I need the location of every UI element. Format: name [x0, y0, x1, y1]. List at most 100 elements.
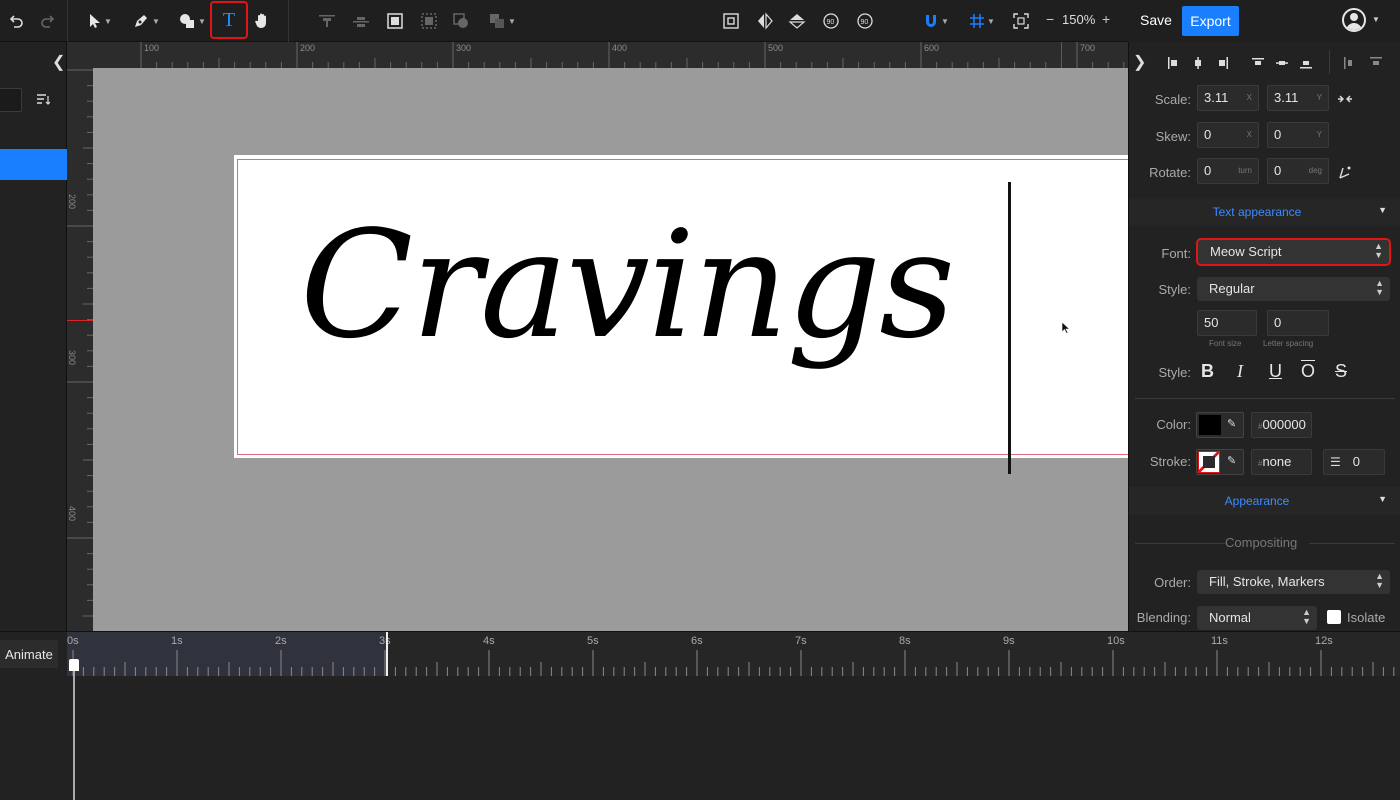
zoom-out-button[interactable]: −	[1046, 11, 1054, 27]
save-button[interactable]: Save	[1140, 12, 1172, 28]
bold-button[interactable]: B	[1201, 361, 1214, 382]
rotation-origin-icon[interactable]	[1337, 164, 1353, 185]
italic-button[interactable]: I	[1237, 361, 1243, 382]
animate-button[interactable]: Animate	[0, 640, 58, 668]
scale-y-input[interactable]: 3.11 Y	[1267, 85, 1329, 111]
timeline-label: 1s	[171, 635, 183, 647]
overline-button[interactable]: O	[1301, 361, 1315, 382]
chevron-down-icon: ▼	[1378, 494, 1387, 504]
layer-item-selected[interactable]	[0, 149, 67, 180]
zoom-in-button[interactable]: +	[1102, 11, 1110, 27]
eyedropper-icon[interactable]: ✎	[1227, 417, 1236, 430]
rotate-turn-input[interactable]: 0 turn	[1197, 158, 1259, 184]
rotate-ccw-90-icon[interactable]: 90	[820, 6, 842, 36]
horizontal-ruler: 100 200 300 400 500 600 700	[67, 42, 1128, 68]
undo-icon[interactable]	[6, 6, 26, 36]
shape-tool-button[interactable]: ▼	[174, 6, 210, 36]
hand-tool-icon[interactable]	[252, 6, 274, 36]
skew-y-input[interactable]: 0Y	[1267, 122, 1329, 148]
grid-button[interactable]: ▼	[964, 6, 1000, 36]
isolate-label: Isolate	[1347, 610, 1386, 625]
flip-vertical-icon[interactable]	[786, 6, 808, 36]
rotate-cw-90-icon[interactable]: 90	[854, 6, 876, 36]
align-right-edge-icon[interactable]	[1215, 56, 1229, 70]
distribute-horizontal-icon[interactable]	[1343, 56, 1357, 70]
collapse-left-panel-icon[interactable]: ❮	[52, 52, 65, 72]
fill-hex-input[interactable]: #000000	[1251, 412, 1312, 438]
stroke-color-swatch[interactable]: ✎	[1196, 449, 1244, 475]
style2-label: Style:	[1158, 365, 1191, 380]
timeline-label: 3s	[379, 635, 391, 647]
stroke-row: Stroke: ✎ #none ☰ 0	[1129, 447, 1400, 477]
collapse-right-panel-icon[interactable]: ❯	[1133, 52, 1146, 72]
sort-list-icon[interactable]	[36, 92, 51, 108]
properties-panel: ❯ Scale: 3.11 X 3.11 Y Skew: 0X 0Y Rotate:…	[1128, 42, 1400, 631]
boolean-icon[interactable]	[450, 6, 472, 36]
align-middle-icon[interactable]	[350, 6, 372, 36]
ruler-label: 100	[144, 43, 160, 53]
artboard[interactable]: Cravings	[234, 155, 1128, 458]
align-center-vertical-icon[interactable]	[1191, 56, 1205, 70]
font-style-select[interactable]: Regular ▲ ▼	[1197, 277, 1390, 301]
playhead-handle[interactable]	[69, 659, 79, 671]
text-tool-button[interactable]: T	[210, 1, 248, 39]
redo-icon[interactable]	[38, 6, 58, 36]
user-avatar-icon[interactable]	[1342, 8, 1366, 32]
text-decoration-row: Style: B I U O S	[1129, 358, 1400, 388]
timeline-label: 6s	[691, 635, 703, 647]
style-label: Style:	[1158, 282, 1191, 297]
letter-spacing-input[interactable]: 0	[1267, 310, 1329, 336]
drawing-canvas[interactable]: Cravings	[93, 68, 1128, 631]
ruler-label: 300	[456, 43, 472, 53]
fit-selection-icon[interactable]	[720, 6, 742, 36]
canvas-text-object[interactable]: Cravings	[300, 211, 955, 359]
lock-ratio-icon[interactable]	[1337, 91, 1353, 112]
appearance-section[interactable]: Appearance ▼	[1129, 487, 1400, 515]
font-family-select[interactable]: Meow Script ▲ ▼	[1196, 238, 1391, 266]
color-row: Color: ✎ #000000	[1129, 410, 1400, 440]
blend-mode-select[interactable]: Normal ▲ ▼	[1197, 606, 1317, 630]
timeline-label: 2s	[275, 635, 287, 647]
chevron-down-icon[interactable]: ▼	[1372, 15, 1380, 24]
timeline-label: 5s	[587, 635, 599, 647]
align-top-edge-icon[interactable]	[1251, 56, 1265, 70]
export-button[interactable]: Export	[1182, 6, 1239, 36]
pen-tool-button[interactable]: ▼	[128, 6, 164, 36]
snap-button[interactable]: ▼	[918, 6, 954, 36]
ruler-label: 400	[67, 506, 77, 522]
skew-x-input[interactable]: 0X	[1197, 122, 1259, 148]
ruler-label: 400	[612, 43, 628, 53]
strikethrough-button[interactable]: S	[1335, 361, 1347, 382]
text-appearance-section[interactable]: Text appearance ▼	[1129, 198, 1400, 226]
select-tool-button[interactable]: ▼	[82, 6, 118, 36]
timeline-playhead[interactable]	[73, 660, 75, 800]
arrange-button[interactable]: ▼	[484, 6, 520, 36]
stroke-width-input[interactable]: ☰ 0	[1323, 449, 1385, 475]
isolate-checkbox[interactable]	[1327, 610, 1341, 624]
align-middle-horizontal-icon[interactable]	[1275, 56, 1289, 70]
timeline-end-marker[interactable]	[386, 632, 388, 676]
ungroup-icon[interactable]	[418, 6, 440, 36]
stroke-hex-input[interactable]: #none	[1251, 449, 1312, 475]
align-left-edge-icon[interactable]	[1167, 56, 1181, 70]
fill-color-swatch[interactable]: ✎	[1196, 412, 1244, 438]
skew-row: Skew: 0X 0Y	[1129, 122, 1400, 152]
paint-order-select[interactable]: Fill, Stroke, Markers ▲ ▼	[1197, 570, 1390, 594]
timeline-track[interactable]: 0s 1s 2s 3s 4s 5s 6s 7s 8s 9s 10s 11s 12…	[67, 632, 1400, 676]
timeline-panel: Animate 0s 1s 2s 3s 4s 5s 6s 7s 8s 9s 10…	[0, 631, 1400, 800]
eyedropper-icon[interactable]: ✎	[1227, 454, 1236, 467]
layer-search-input[interactable]	[0, 88, 22, 112]
distribute-vertical-icon[interactable]	[1369, 56, 1383, 70]
align-top-icon[interactable]	[316, 6, 338, 36]
scale-x-input[interactable]: 3.11 X	[1197, 85, 1259, 111]
fit-page-icon[interactable]	[1010, 6, 1032, 36]
group-icon[interactable]	[384, 6, 406, 36]
editor-app: ▼ ▼ ▼ T ▼ 90 90 ▼ ▼ − 150% + Save Export…	[0, 0, 1400, 800]
underline-button[interactable]: U	[1269, 361, 1282, 382]
font-size-input[interactable]: 50	[1197, 310, 1257, 336]
rotate-row: Rotate: 0 turn 0 deg	[1129, 158, 1400, 188]
rotate-deg-input[interactable]: 0 deg	[1267, 158, 1329, 184]
chevron-down-icon: ▼	[987, 16, 995, 26]
align-bottom-edge-icon[interactable]	[1299, 56, 1313, 70]
flip-horizontal-icon[interactable]	[754, 6, 776, 36]
